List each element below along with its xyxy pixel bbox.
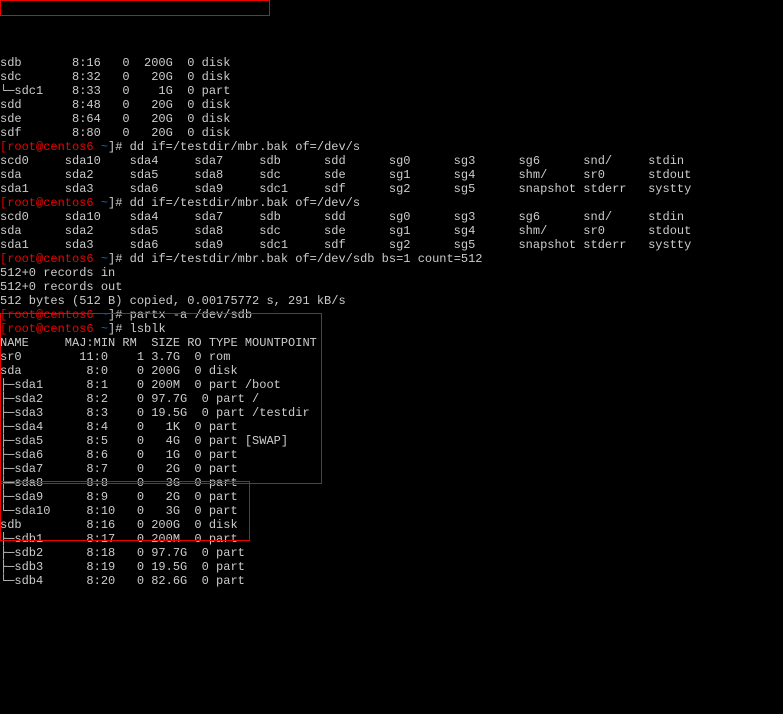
terminal-output: sdb 8:16 0 200G 0 disk sdc 8:32 0 20G 0 … (0, 56, 783, 588)
prompt-tail: ]# (108, 140, 130, 154)
cmd-dd-1[interactable]: dd if=/testdir/mbr.bak of=/dev/s (130, 140, 360, 154)
prompt-path: ~ (101, 322, 108, 336)
prompt-user: [root@centos6 (0, 308, 101, 322)
block-top: sdb 8:16 0 200G 0 disk sdc 8:32 0 20G 0 … (0, 56, 238, 140)
cmd-dd-2[interactable]: dd if=/testdir/mbr.bak of=/dev/s (130, 196, 360, 210)
prompt-path: ~ (101, 308, 108, 322)
prompt-path: ~ (101, 140, 108, 154)
prompt-tail: ]# (108, 196, 130, 210)
cmd-partx[interactable]: partx -a /dev/sdb (130, 308, 252, 322)
prompt-user: [root@centos6 (0, 196, 101, 210)
prompt-user: [root@centos6 (0, 322, 101, 336)
lsblk-header: NAME MAJ:MIN RM SIZE RO TYPE MOUNTPOINT (0, 336, 317, 350)
prompt-tail: ]# (108, 308, 130, 322)
cmd-dd-3[interactable]: dd if=/testdir/mbr.bak of=/dev/sdb bs=1 … (130, 252, 483, 266)
prompt-tail: ]# (108, 252, 130, 266)
tab-completion-2: scd0 sda10 sda4 sda7 sdb sdd sg0 sg3 sg6… (0, 210, 691, 252)
prompt-tail: ]# (108, 322, 130, 336)
tab-completion-1: scd0 sda10 sda4 sda7 sdb sdd sg0 sg3 sg6… (0, 154, 691, 196)
prompt-user: [root@centos6 (0, 140, 101, 154)
lsblk-rows: sr0 11:0 1 3.7G 0 rom sda 8:0 0 200G 0 d… (0, 350, 310, 588)
dd-output: 512+0 records in 512+0 records out 512 b… (0, 266, 346, 308)
prompt-user: [root@centos6 (0, 252, 101, 266)
highlight-box-sdb-top (0, 0, 270, 16)
prompt-path: ~ (101, 196, 108, 210)
prompt-path: ~ (101, 252, 108, 266)
cmd-lsblk[interactable]: lsblk (130, 322, 166, 336)
